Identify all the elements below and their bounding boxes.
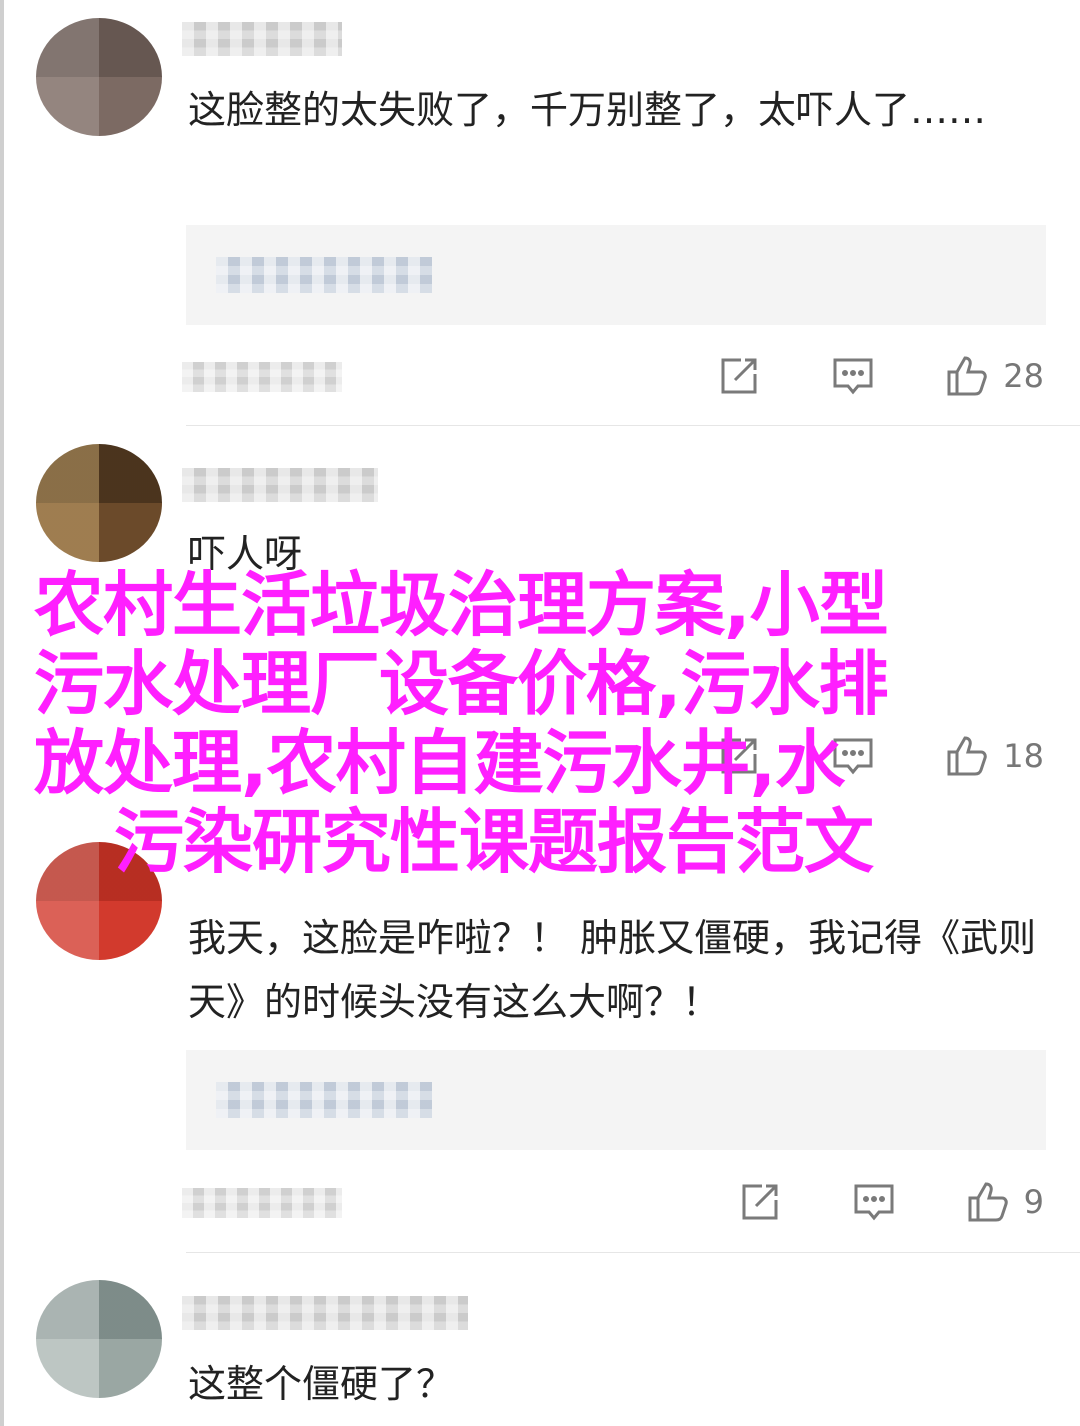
like-button[interactable]: 28: [945, 354, 1044, 398]
timestamp-blurred: [182, 1188, 342, 1218]
avatar[interactable]: [36, 444, 162, 562]
thumb-up-icon: [966, 1180, 1010, 1224]
thumb-up-icon: [945, 354, 989, 398]
comment-actions: 28: [647, 352, 1044, 400]
comment-text: 这脸整的太失败了，千万别整了，太吓人了……: [188, 88, 987, 132]
overlay-line: 放处理,农村自建污水井,水: [34, 722, 845, 804]
like-count: 9: [1023, 1183, 1044, 1221]
overlay-line: 农村生活垃圾治理方案,小型: [34, 564, 889, 646]
comment-actions: 9: [668, 1178, 1044, 1226]
comment-divider: [186, 425, 1080, 426]
quoted-reply-box[interactable]: [186, 225, 1046, 325]
overlay-line: 污水处理厂设备价格,污水排: [34, 643, 889, 725]
username-blurred[interactable]: [182, 22, 342, 56]
reply-icon[interactable]: [852, 1180, 896, 1224]
username-blurred[interactable]: [182, 468, 378, 502]
avatar[interactable]: [36, 1280, 162, 1398]
comment-text: 这整个僵硬了？: [188, 1362, 455, 1406]
username-blurred[interactable]: [182, 1296, 468, 1330]
share-icon[interactable]: [717, 354, 761, 398]
share-icon[interactable]: [738, 1180, 782, 1224]
quoted-text-blurred: [216, 1082, 432, 1118]
like-count: 28: [1003, 357, 1044, 395]
overlay-line: 污染研究性课题报告范文: [114, 801, 874, 883]
screen-left-edge: [0, 0, 4, 1426]
avatar[interactable]: [36, 18, 162, 136]
quoted-reply-box[interactable]: [186, 1050, 1046, 1150]
like-button[interactable]: 9: [966, 1180, 1044, 1224]
quoted-text-blurred: [216, 257, 432, 293]
comment-text: 我天，这脸是咋啦？！ 肿胀又僵硬，我记得《武则天》的时候头没有这么大啊？！: [188, 916, 1037, 1024]
comment-divider: [186, 1252, 1080, 1253]
reply-icon[interactable]: [831, 354, 875, 398]
overlay-headline: 农村生活垃圾治理方案,小型 污水处理厂设备价格,污水排 放处理,农村自建污水井,…: [34, 566, 1044, 882]
timestamp-blurred: [182, 362, 342, 392]
